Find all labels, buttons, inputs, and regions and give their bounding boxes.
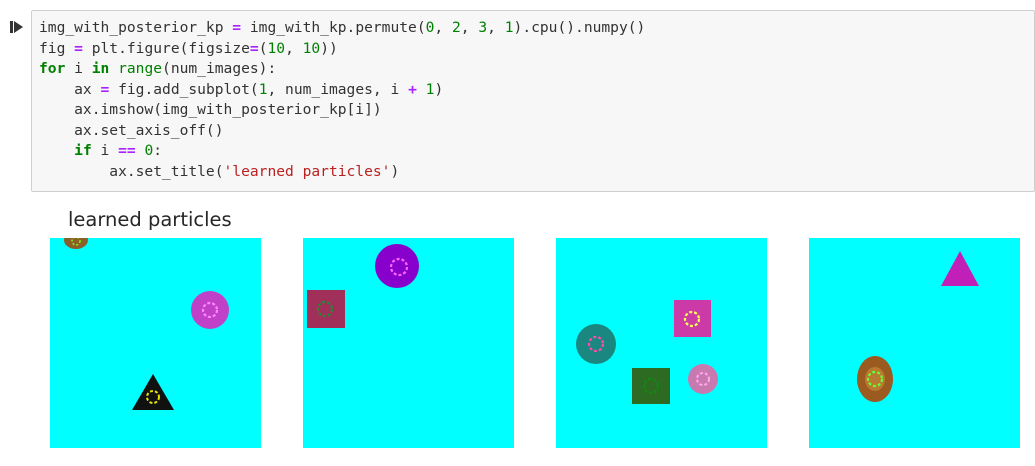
code-token: range [118,60,163,77]
maroon-square-shape [307,290,345,328]
code-line: fig = plt.figure(figsize=(10, 10)) [39,39,1034,60]
code-token: : [153,142,163,159]
code-line: ax.set_title('learned particles') [39,162,1034,183]
code-token: img_with_posterior_kp [39,19,233,36]
code-token: ax [39,80,101,98]
code-token: in [91,60,110,77]
code-token: , [460,19,479,36]
code-token: i [65,60,92,77]
code-token: for [39,60,66,77]
code-token: (num_images): [162,60,277,77]
plot-title: learned particles [68,208,232,231]
run-cell-icon[interactable] [10,20,24,34]
code-line: for i in range(num_images): [39,59,1034,80]
code-token: = [232,19,242,36]
image-panel-3 [556,238,767,448]
code-token: )) [320,39,338,57]
image-panel-1 [50,238,261,448]
code-token: = [100,80,110,98]
code-token: if [74,142,92,159]
code-token: fig.add_subplot( [109,80,259,98]
code-token: 1 [504,19,514,36]
image-panel-4 [809,238,1020,448]
code-token: 10 [267,39,286,57]
code-token: == [118,142,136,159]
code-token: ax.set_title( [39,162,224,180]
code-token: 3 [478,19,488,36]
dark-green-square-shape [632,368,670,404]
code-token: + [408,80,417,98]
code-token: , [487,19,505,36]
code-token: = [249,39,259,57]
magenta-circle-shape [191,291,229,329]
code-token: plt.figure(figsize [82,39,250,57]
code-line: img_with_posterior_kp = img_with_kp.perm… [39,18,1034,39]
code-token: fig [39,39,75,57]
code-token: ) [390,162,400,180]
code-token: 'learned particles' [223,162,391,180]
code-token: 2 [451,19,461,36]
magenta-square-shape [674,300,711,337]
code-token: = [74,39,83,57]
code-token: 10 [302,39,321,57]
code-editor[interactable]: img_with_posterior_kp = img_with_kp.perm… [39,18,1034,182]
code-line: ax.imshow(img_with_posterior_kp[i]) [39,100,1034,121]
code-token: 0 [144,142,154,159]
pink-circle-shape [688,364,718,394]
teal-circle-shape [576,324,616,364]
cell-output: learned particles [40,200,1035,466]
code-token: ).cpu().numpy() [513,19,646,36]
image-panel-2 [303,238,514,448]
code-token: , [434,19,452,36]
code-token: ax.set_axis_off() [39,121,224,139]
code-line: if i == 0: [39,141,1034,162]
purple-circle-shape [375,244,419,288]
code-line: ax.set_axis_off() [39,121,1034,142]
code-token: ) [434,80,444,98]
code-token: , [285,39,303,57]
code-token: i [91,142,119,159]
code-line: ax = fig.add_subplot(1, num_images, i + … [39,80,1034,101]
code-token: img_with_kp.permute( [241,19,426,36]
brown-circle-shape [857,356,893,402]
code-token: ax.imshow(img_with_posterior_kp[i]) [39,101,382,118]
code-token: , num_images, i [267,80,409,98]
code-cell[interactable]: img_with_posterior_kp = img_with_kp.perm… [31,10,1035,192]
